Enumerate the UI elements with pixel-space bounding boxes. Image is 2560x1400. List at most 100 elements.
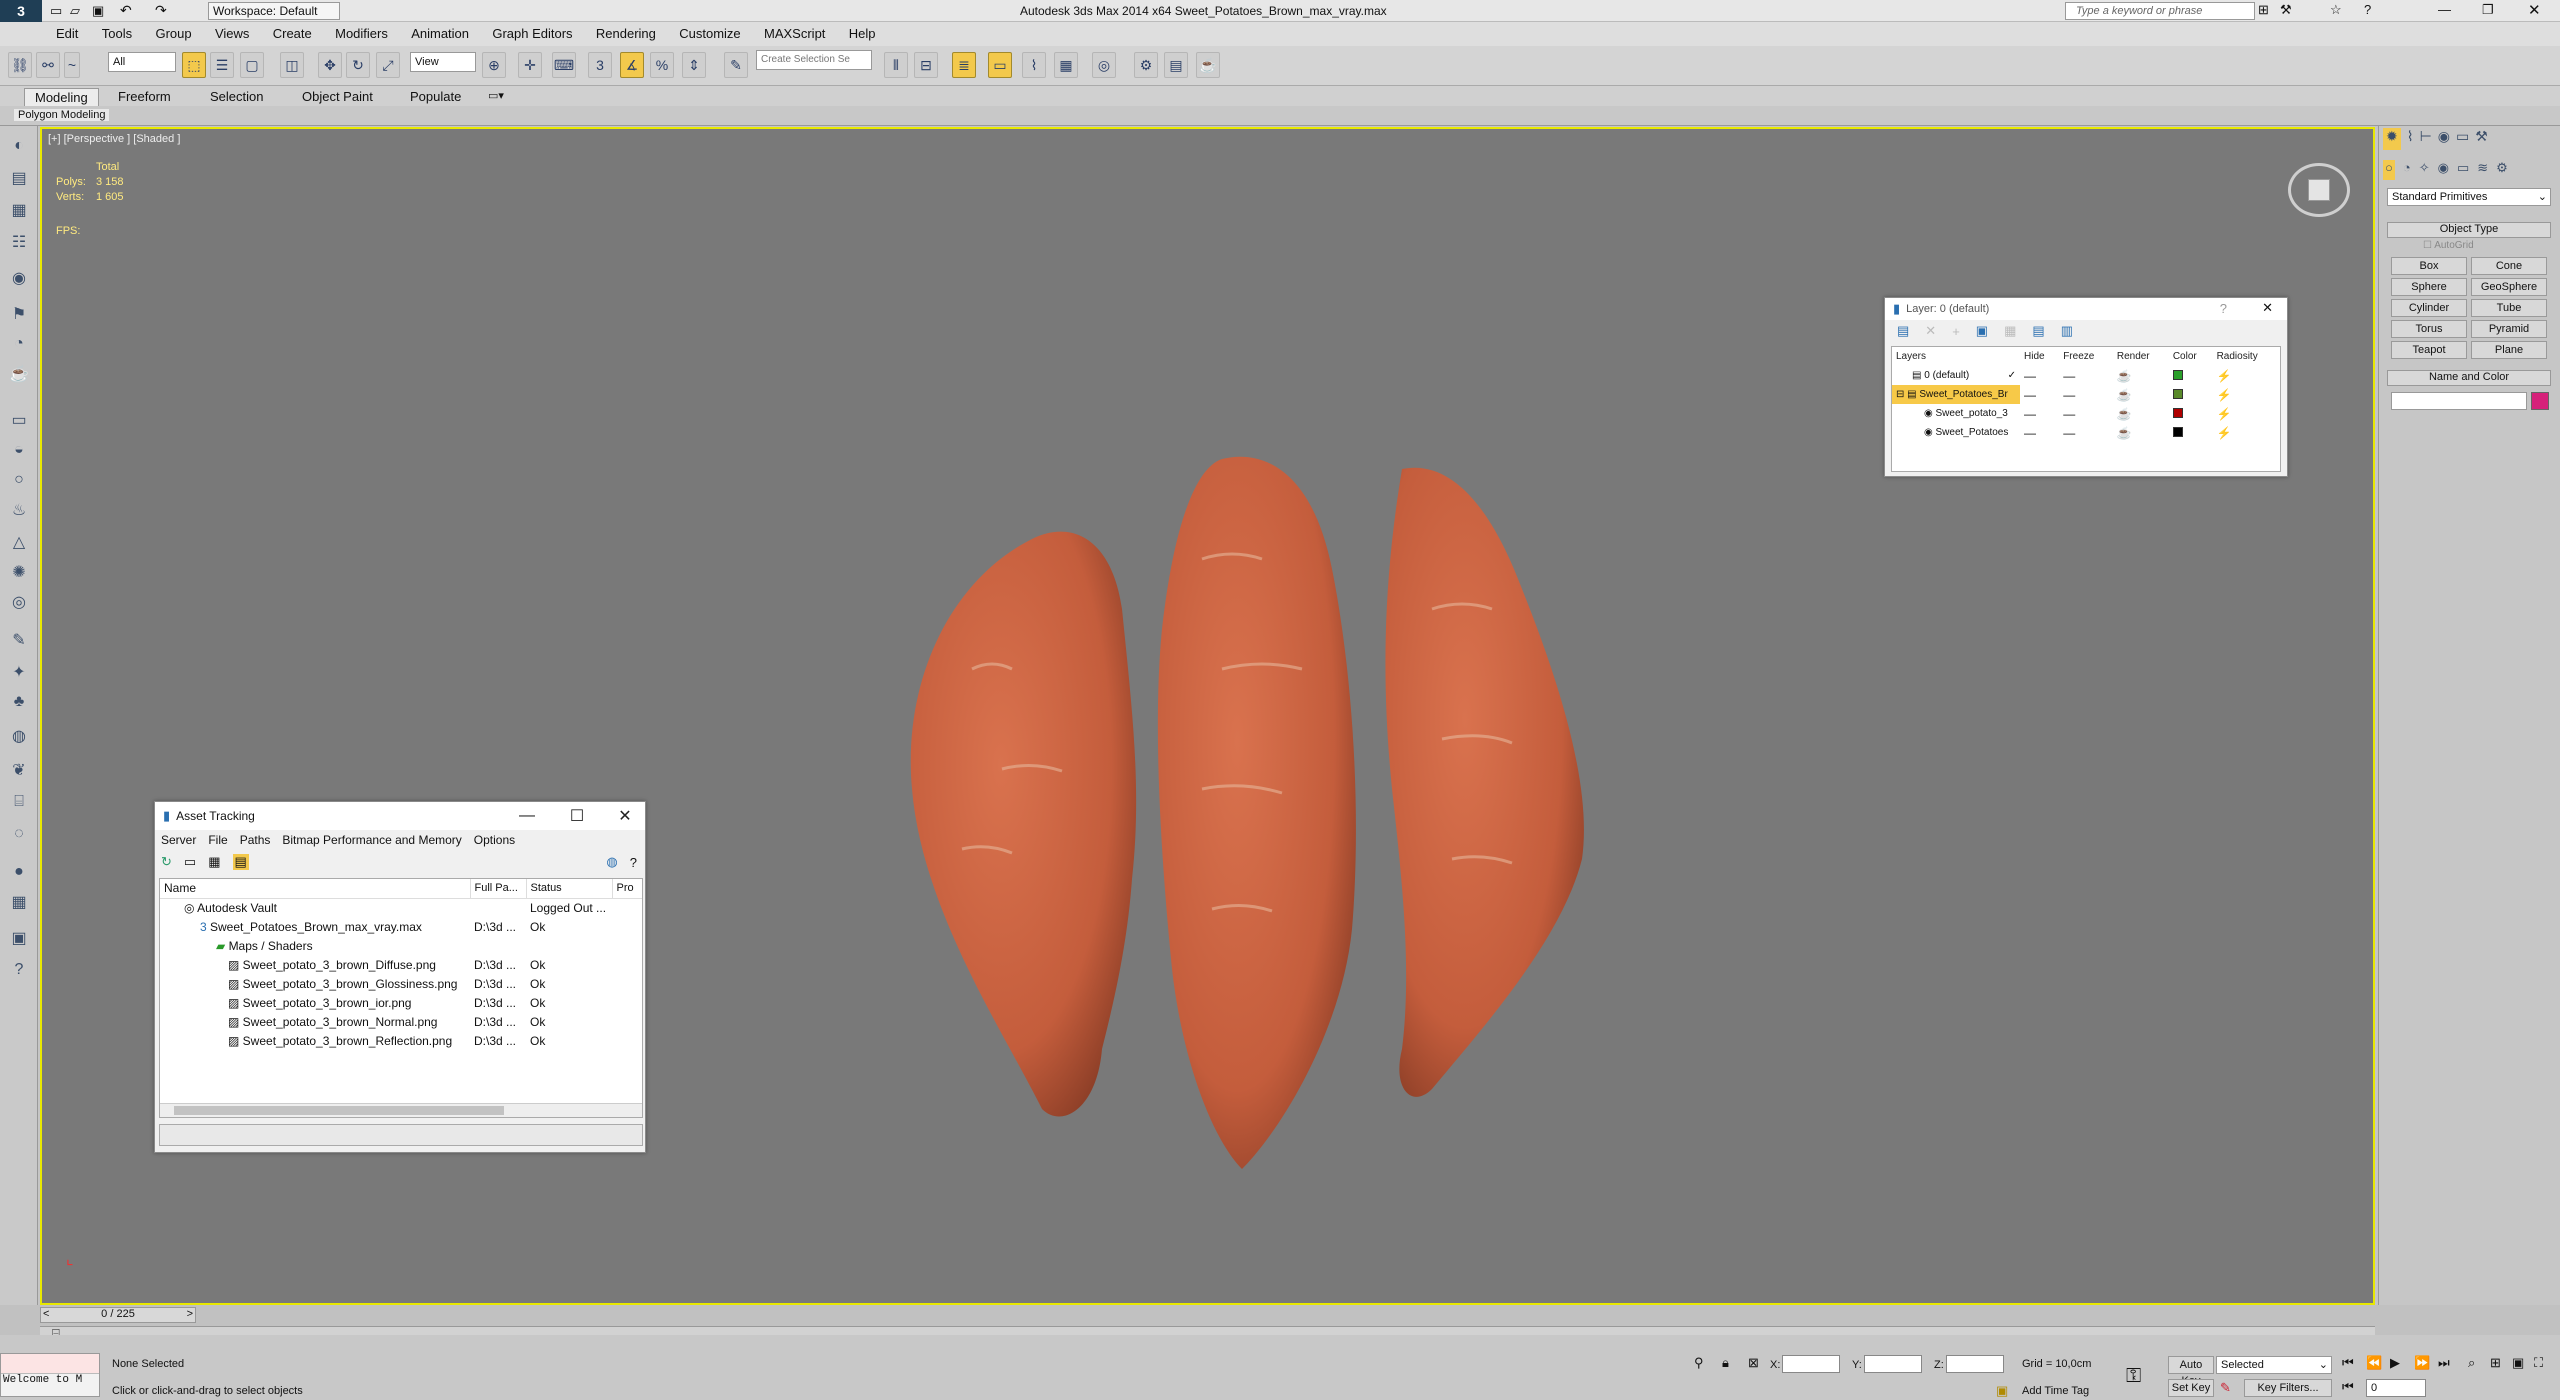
key-icon[interactable]: ⚿ [2126,1365,2141,1388]
y-coord-field[interactable] [1864,1355,1922,1373]
tab-freeform[interactable]: Freeform [108,88,181,106]
asset-menu-options[interactable]: Options [474,833,515,847]
time-slider[interactable]: < 0 / 225 > [40,1307,196,1323]
sweet-potato-left[interactable] [910,531,1137,1117]
layer-explorer-icon[interactable]: ▦ [6,198,32,222]
zoom-icon[interactable]: ⌕ [2468,1355,2475,1371]
layer-color-swatch[interactable] [2172,426,2183,437]
layer-col-hide[interactable]: Hide [2020,347,2059,366]
render-teapot-icon[interactable]: ☕ [2113,423,2169,442]
object-name-field[interactable] [2391,392,2527,410]
layer-color-swatch[interactable] [2172,407,2183,418]
asset-tracking-window[interactable]: ▮ Asset Tracking — ☐ ✕ Server File Paths… [154,801,646,1153]
sphere-icon[interactable]: ○ [6,468,32,492]
menu-create[interactable]: Create [263,22,322,45]
stairs-icon[interactable]: ⌸ [6,790,32,814]
menu-rendering[interactable]: Rendering [586,22,666,45]
asset-col-path[interactable]: Full Pa... [470,879,527,898]
x-coord-field[interactable] [1782,1355,1840,1373]
layer-row[interactable]: ◉ Sweet_Potatoes — — ☕ ⚡ [1892,423,2280,442]
current-frame-field[interactable]: 0 [2366,1379,2426,1397]
asset-menu-bitmap[interactable]: Bitmap Performance and Memory [282,833,461,847]
hide-all-icon[interactable]: ▤ [2032,323,2044,339]
hierarchy-tab-icon[interactable]: ⊢ [2420,128,2432,150]
geometry-icon[interactable]: ○ [2383,160,2395,180]
asset-row[interactable]: ▰ Maps / Shaders [160,936,642,955]
reference-coord-dropdown[interactable]: View [410,52,476,72]
camera-icon[interactable]: ◉ [6,266,32,290]
rendered-frame-window-icon[interactable]: ▤ [1164,52,1188,78]
ribbon-options-icon[interactable]: ▭▾ [488,89,504,102]
viewcube-box[interactable] [2308,179,2330,201]
asset-maximize-icon[interactable]: ☐ [557,802,597,830]
polygon-modeling-label[interactable]: Polygon Modeling [14,109,110,121]
workspace-dropdown[interactable]: Workspace: Default [208,2,340,20]
create-tab-icon[interactable]: ✹ [2383,128,2401,150]
asset-col-status[interactable]: Status [526,879,613,898]
asset-row[interactable]: ◎ Autodesk Vault Logged Out ... [160,898,642,917]
percent-snap-icon[interactable]: % [650,52,674,78]
render-setup-icon[interactable]: ⚙ [1134,52,1158,78]
absolute-mode-icon[interactable]: ⊠ [1748,1355,1759,1371]
radiosity-icon[interactable]: ⚡ [2213,423,2280,442]
question-icon[interactable]: ? [6,958,32,982]
edit-named-selection-icon[interactable]: ✎ [724,52,748,78]
lights-icon[interactable]: ✧ [2419,160,2430,180]
dome-icon[interactable]: ◒ [6,438,32,462]
radiosity-icon[interactable]: ⚡ [2213,404,2280,423]
unlink-icon[interactable]: ⚯ [36,52,60,78]
asset-menu-paths[interactable]: Paths [240,833,271,847]
goto-start-icon[interactable]: ⏮ [2342,1355,2354,1371]
viewcube[interactable] [2288,163,2350,217]
autogrid-checkbox[interactable]: ☐ AutoGrid [2423,240,2474,251]
scrollbar-thumb[interactable] [174,1106,504,1115]
named-selection-dropdown[interactable]: Create Selection Se [756,50,872,70]
render-production-icon[interactable]: ☕ [1196,52,1220,78]
link-icon[interactable]: ⛓ [8,52,32,78]
sun-light-icon[interactable]: ✺ [6,560,32,584]
scene-explorer-icon[interactable]: ▤ [6,166,32,190]
maxscript-top-line[interactable] [1,1354,99,1374]
menu-edit[interactable]: Edit [46,22,88,45]
material-editor-icon[interactable]: ◎ [1092,52,1116,78]
asset-col-name[interactable]: Name [160,879,471,898]
layer-row[interactable]: ⊟ ▤ Sweet_Potatoes_Br — — ☕ ⚡ [1892,385,2280,404]
freeze-dash[interactable]: — [2059,404,2113,423]
vault-globe-icon[interactable]: ◍ [606,854,617,870]
teapot-icon[interactable]: ☕ [6,362,32,386]
rect-select-icon[interactable]: ▣ [6,926,32,950]
slider-prev-icon[interactable]: < [43,1308,49,1320]
freeze-dash[interactable]: — [2059,366,2113,385]
collapse-icon[interactable]: ⊟ ▤ [1896,389,1919,400]
selection-filter-dropdown[interactable]: All [108,52,176,72]
hide-dash[interactable]: — [2020,366,2059,385]
asset-col-pro[interactable]: Pro [612,879,642,898]
minimize-icon[interactable]: — [2438,2,2451,17]
lock-icon[interactable]: 🔒︎ [1722,1355,1729,1371]
menu-modifiers[interactable]: Modifiers [325,22,398,45]
helpers-icon[interactable]: ▭ [2457,160,2469,180]
viewport-label[interactable]: [+] [Perspective ] [Shaded ] [48,133,180,145]
asset-row[interactable]: ▨ Sweet_potato_3_brown_Glossiness.png D:\… [160,974,642,993]
curve-editor-icon[interactable]: ⌇ [1022,52,1046,78]
star-icon[interactable]: ☆ [2330,2,2342,18]
undo-icon[interactable]: ↶ [120,2,132,19]
maximize-viewport-icon[interactable]: ⛶ [2534,1355,2543,1371]
layer-col-freeze[interactable]: Freeze [2059,347,2113,366]
restore-icon[interactable]: ❐ [2482,2,2494,18]
asset-row[interactable]: ▨ Sweet_potato_3_brown_Normal.png D:\3d .… [160,1012,642,1031]
close-icon[interactable]: ✕ [2528,1,2541,19]
help-icon[interactable]: ? [2364,2,2371,17]
utilities-tab-icon[interactable]: ⚒ [2475,128,2488,150]
freeze-all-icon[interactable]: ▥ [2061,323,2073,339]
layer-col-render[interactable]: Render [2113,347,2169,366]
freeze-dash[interactable]: — [2059,423,2113,442]
layer-manager-icon[interactable]: ≣ [952,52,976,78]
tab-selection[interactable]: Selection [200,88,273,106]
asset-row[interactable]: ▨ Sweet_potato_3_brown_Diffuse.png D:\3d … [160,955,642,974]
tree-icon[interactable]: ♣ [6,690,32,714]
tools-icon[interactable]: ⚒ [2280,2,2292,18]
select-in-layer-icon[interactable]: ▣ [1976,323,1988,339]
geosphere-button[interactable]: GeoSphere [2471,278,2547,296]
display-tab-icon[interactable]: ▭ [2456,128,2469,150]
